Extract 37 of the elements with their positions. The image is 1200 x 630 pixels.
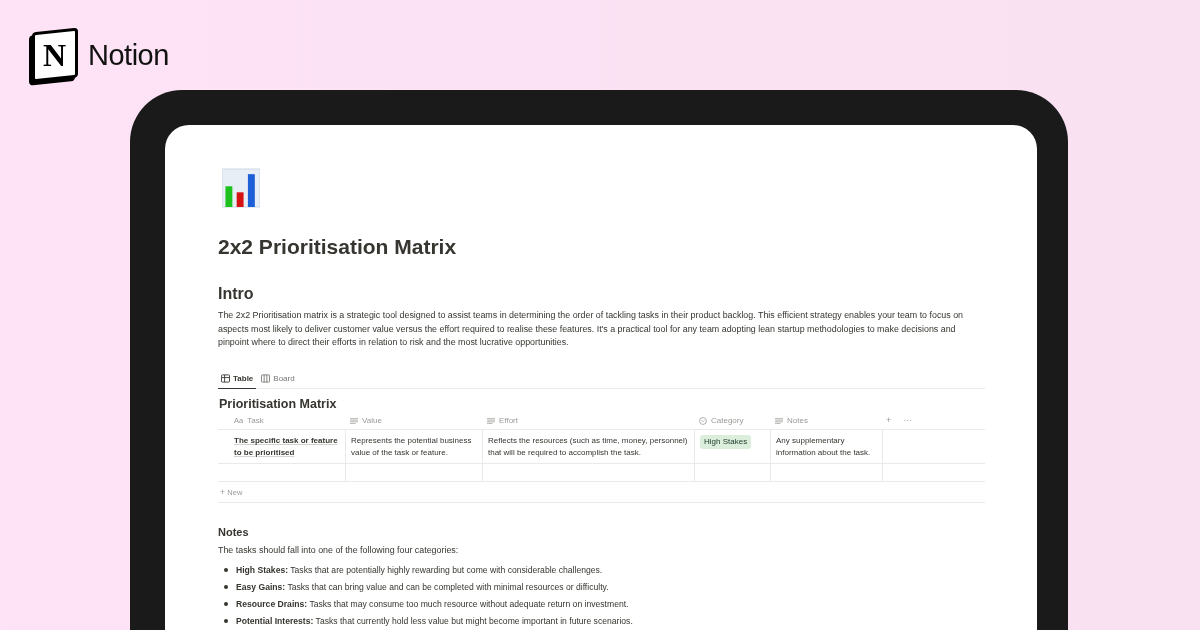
section-heading: Notes — [218, 525, 250, 540]
page-title: 2x2 Prioritisation Matrix — [218, 234, 458, 260]
bullet-icon — [224, 567, 228, 572]
more-button[interactable]: ··· — [903, 414, 913, 427]
table-cell: Reflects the resources (such as time, money, personnel) that will be required to accomplish the task. — [488, 435, 689, 459]
bullet-icon — [224, 584, 228, 589]
add-column-button[interactable]: + — [886, 414, 892, 427]
table-icon — [221, 373, 230, 383]
bullet-text: Resource Drains: Tasks that may consume too much resource without adequate return on investment. — [236, 599, 629, 610]
column-header[interactable]: Category — [711, 414, 744, 427]
view-tab[interactable]: Table — [218, 369, 257, 389]
text-lines-icon — [775, 416, 783, 425]
table-cell-text: Represents the potential business value of the task or feature. — [351, 435, 473, 459]
select-circle-icon — [699, 416, 707, 425]
bullet-text: Easy Gains: Tasks that can bring value and can be completed with minimal resources or difficulty. — [236, 581, 609, 592]
column-header[interactable]: Effort — [499, 414, 518, 427]
intro-paragraph: The 2x2 Prioritisation matrix is a strategic tool designed to assist teams in determining the order of tackling tasks in their product backlog. This efficient strategy enables your team to focus on aspects most likely to deliver customer value versus the effort required to realise these features. It's a practical tool for any team adopting lean startup methodologies to make decisions and pinpoint where to direct their efforts in relation to risk and the most lucrative opportunities. — [218, 309, 965, 350]
notion-logo: N — [32, 27, 78, 83]
notes-paragraph: The tasks should fall into one of the following four categories: — [218, 544, 460, 558]
bullet-text: Potential Interests: Tasks that currently hold less value but might become important in future scenarios. — [236, 616, 633, 627]
brand-name: Notion — [88, 38, 169, 72]
view-tab[interactable]: Board — [258, 369, 298, 389]
table-cell-text: Any supplementary information about the task. — [776, 435, 872, 459]
text-lines-icon — [350, 416, 358, 425]
board-icon — [261, 373, 271, 383]
column-header[interactable]: Task — [247, 414, 264, 427]
text-lines-icon — [487, 416, 495, 425]
database-title: Prioritisation Matrix — [219, 395, 338, 412]
column-header[interactable]: Notes — [787, 414, 808, 427]
section-heading: Intro — [218, 284, 255, 304]
category-tag: High Stakes — [700, 435, 752, 449]
bar-chart-icon — [222, 167, 260, 209]
bullet-icon — [224, 619, 228, 624]
bullet-icon — [224, 602, 228, 607]
column-header[interactable]: Value — [362, 414, 382, 427]
table-cell[interactable]: The specific task or feature to be prioritised — [234, 435, 340, 459]
bullet-text: High Stakes: Tasks that are potentially highly rewarding but come with considerable challenges. — [236, 564, 603, 575]
